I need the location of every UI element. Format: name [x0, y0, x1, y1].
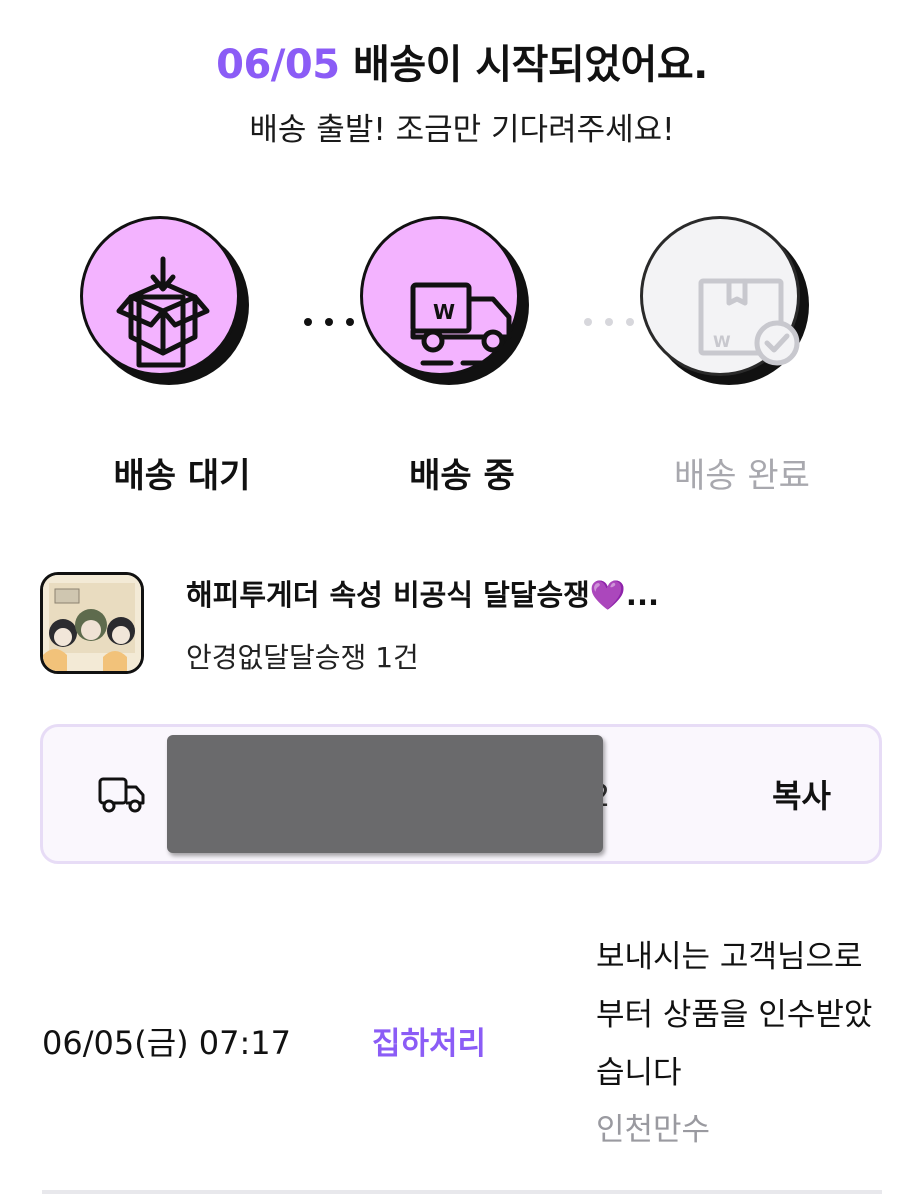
step-label-waiting: 배송 대기: [113, 456, 251, 496]
copy-button[interactable]: 복사: [772, 771, 831, 817]
title-ellipsis: ...: [625, 578, 659, 612]
delivery-headline: 06/05 배송이 시작되었어요.: [0, 32, 924, 90]
headline-date: 06/05: [216, 42, 340, 88]
event-description: 보내시는 고객님으로부터 상품을 인수받았습니다: [596, 939, 873, 1091]
event-time: 06/05(금) 07:17: [42, 1024, 292, 1062]
svg-text:W: W: [713, 332, 731, 351]
truck-outline-icon: [98, 777, 145, 813]
step-connector-1: [304, 318, 354, 330]
step-label-in-transit: 배송 중: [409, 456, 515, 496]
headline-text: 배송이 시작되었어요.: [353, 42, 708, 88]
product-option: 안경없달달승쟁 1건: [186, 641, 419, 674]
redaction-block: [167, 735, 603, 853]
delivery-truck-icon: W: [410, 282, 512, 366]
step-connector-2: [584, 318, 634, 330]
step-circle-in-transit: W: [360, 216, 520, 376]
product-title[interactable]: 해피투게더 속성 비공식 달달승쟁💜...: [186, 572, 659, 614]
tracking-number-box: 2 복사: [40, 724, 882, 864]
purple-heart-emoji: 💜: [589, 578, 626, 612]
event-status: 집하처리: [372, 1026, 487, 1062]
box-download-icon: [116, 256, 210, 368]
product-thumbnail[interactable]: [40, 572, 144, 674]
step-circle-waiting: [80, 216, 240, 376]
step-label-delivered: 배송 완료: [674, 456, 810, 496]
svg-text:W: W: [433, 300, 455, 324]
delivery-subtitle: 배송 출발! 조금만 기다려주세요!: [249, 112, 675, 148]
product-title-text: 해피투게더 속성 비공식 달달승쟁: [186, 578, 590, 612]
step-circle-delivered: W: [640, 216, 800, 376]
product-image: [43, 575, 141, 671]
package-check-icon: W: [698, 278, 800, 366]
divider: [42, 1190, 882, 1194]
event-location: 인천만수: [596, 1112, 711, 1148]
